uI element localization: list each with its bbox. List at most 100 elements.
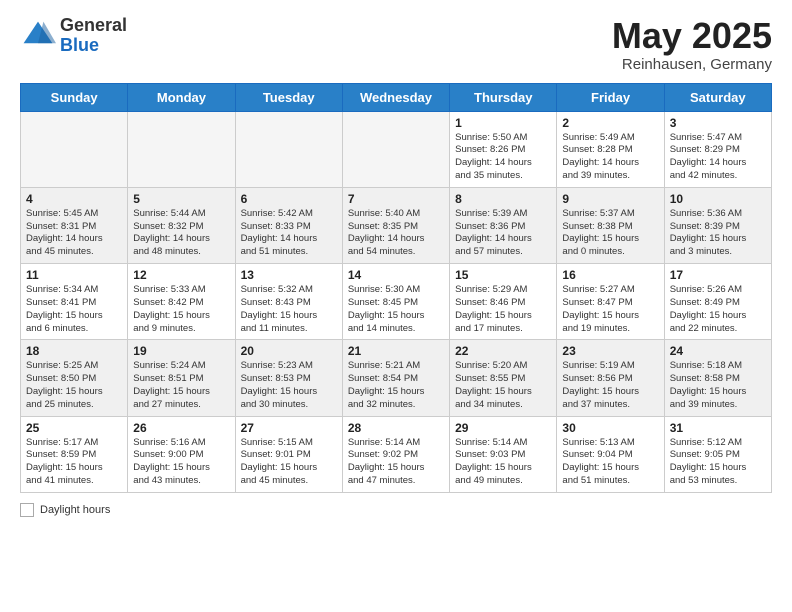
calendar-cell: 28Sunrise: 5:14 AM Sunset: 9:02 PM Dayli… — [342, 416, 449, 492]
day-number: 9 — [562, 192, 658, 206]
day-info: Sunrise: 5:44 AM Sunset: 8:32 PM Dayligh… — [133, 208, 229, 259]
day-info: Sunrise: 5:26 AM Sunset: 8:49 PM Dayligh… — [670, 284, 766, 335]
weekday-header-thursday: Thursday — [450, 83, 557, 111]
calendar-cell: 21 Sunrise: 5:21 AM Sunset: 8:54 PM Dayli… — [342, 340, 449, 416]
day-info: Sunrise: 5:47 AM Sunset: 8:29 PM Dayligh… — [670, 132, 766, 183]
day-number: 4 — [26, 192, 122, 206]
day-number: 22 — [455, 344, 551, 358]
calendar-cell: 10 Sunrise: 5:36 AM Sunset: 8:39 PM Dayli… — [664, 187, 771, 263]
calendar-cell: 6Sunrise: 5:42 AM Sunset: 8:33 PM Daylig… — [235, 187, 342, 263]
day-info: Sunrise: 5:18 AM Sunset: 8:58 PM Dayligh… — [670, 360, 766, 411]
calendar-cell: 11 Sunrise: 5:34 AM Sunset: 8:41 PM Dayli… — [21, 264, 128, 340]
weekday-header-row: SundayMondayTuesdayWednesdayThursdayFrid… — [21, 83, 772, 111]
day-number: 6 — [241, 192, 337, 206]
calendar-subtitle: Reinhausen, Germany — [612, 56, 772, 73]
day-number: 26 — [133, 421, 229, 435]
calendar-cell: 18 Sunrise: 5:25 AM Sunset: 8:50 PM Dayli… — [21, 340, 128, 416]
logo-text: General Blue — [60, 16, 127, 56]
footer-box-icon — [20, 503, 34, 517]
calendar-cell: 31 Sunrise: 5:12 AM Sunset: 9:05 PM Dayli… — [664, 416, 771, 492]
day-info: Sunrise: 5:49 AM Sunset: 8:28 PM Dayligh… — [562, 132, 658, 183]
calendar-cell: 29 Sunrise: 5:14 AM Sunset: 9:03 PM Dayli… — [450, 416, 557, 492]
calendar-cell: 22 Sunrise: 5:20 AM Sunset: 8:55 PM Dayli… — [450, 340, 557, 416]
day-info: Sunrise: 5:39 AM Sunset: 8:36 PM Dayligh… — [455, 208, 551, 259]
day-number: 10 — [670, 192, 766, 206]
day-number: 25 — [26, 421, 122, 435]
day-info: Sunrise: 5:34 AM Sunset: 8:41 PM Dayligh… — [26, 284, 122, 335]
day-info: Sunrise: 5:45 AM Sunset: 8:31 PM Dayligh… — [26, 208, 122, 259]
logo-blue-text: Blue — [60, 36, 127, 56]
day-number: 18 — [26, 344, 122, 358]
calendar-week-4: 25 Sunrise: 5:17 AM Sunset: 8:59 PM Dayli… — [21, 416, 772, 492]
day-number: 28 — [348, 421, 444, 435]
day-number: 16 — [562, 268, 658, 282]
day-info: Sunrise: 5:27 AM Sunset: 8:47 PM Dayligh… — [562, 284, 658, 335]
day-info: Sunrise: 5:14 AM Sunset: 9:03 PM Dayligh… — [455, 437, 551, 488]
day-info: Sunrise: 5:17 AM Sunset: 8:59 PM Dayligh… — [26, 437, 122, 488]
calendar-cell: 12Sunrise: 5:33 AM Sunset: 8:42 PM Dayli… — [128, 264, 235, 340]
calendar-cell: 14Sunrise: 5:30 AM Sunset: 8:45 PM Dayli… — [342, 264, 449, 340]
calendar-cell: 25 Sunrise: 5:17 AM Sunset: 8:59 PM Dayli… — [21, 416, 128, 492]
day-number: 29 — [455, 421, 551, 435]
day-info: Sunrise: 5:21 AM Sunset: 8:54 PM Dayligh… — [348, 360, 444, 411]
calendar-header: SundayMondayTuesdayWednesdayThursdayFrid… — [21, 83, 772, 111]
weekday-header-saturday: Saturday — [664, 83, 771, 111]
day-number: 11 — [26, 268, 122, 282]
day-number: 1 — [455, 116, 551, 130]
day-info: Sunrise: 5:36 AM Sunset: 8:39 PM Dayligh… — [670, 208, 766, 259]
day-info: Sunrise: 5:32 AM Sunset: 8:43 PM Dayligh… — [241, 284, 337, 335]
calendar-week-3: 18 Sunrise: 5:25 AM Sunset: 8:50 PM Dayli… — [21, 340, 772, 416]
weekday-header-friday: Friday — [557, 83, 664, 111]
calendar-table: SundayMondayTuesdayWednesdayThursdayFrid… — [20, 83, 772, 493]
calendar-cell — [235, 111, 342, 187]
header: General Blue May 2025 Reinhausen, German… — [20, 16, 772, 73]
day-number: 15 — [455, 268, 551, 282]
calendar-cell: 4 Sunrise: 5:45 AM Sunset: 8:31 PM Daylig… — [21, 187, 128, 263]
calendar-cell: 17Sunrise: 5:26 AM Sunset: 8:49 PM Dayli… — [664, 264, 771, 340]
calendar-cell: 1Sunrise: 5:50 AM Sunset: 8:26 PM Daylig… — [450, 111, 557, 187]
logo-icon — [20, 18, 56, 54]
logo: General Blue — [20, 16, 127, 56]
weekday-header-sunday: Sunday — [21, 83, 128, 111]
day-number: 23 — [562, 344, 658, 358]
logo-general-text: General — [60, 16, 127, 36]
day-number: 14 — [348, 268, 444, 282]
day-number: 30 — [562, 421, 658, 435]
calendar-cell: 9 Sunrise: 5:37 AM Sunset: 8:38 PM Daylig… — [557, 187, 664, 263]
calendar-cell: 2Sunrise: 5:49 AM Sunset: 8:28 PM Daylig… — [557, 111, 664, 187]
calendar-cell: 16 Sunrise: 5:27 AM Sunset: 8:47 PM Dayli… — [557, 264, 664, 340]
calendar-cell: 15 Sunrise: 5:29 AM Sunset: 8:46 PM Dayli… — [450, 264, 557, 340]
day-info: Sunrise: 5:12 AM Sunset: 9:05 PM Dayligh… — [670, 437, 766, 488]
day-info: Sunrise: 5:25 AM Sunset: 8:50 PM Dayligh… — [26, 360, 122, 411]
calendar-cell — [21, 111, 128, 187]
day-info: Sunrise: 5:23 AM Sunset: 8:53 PM Dayligh… — [241, 360, 337, 411]
calendar-title: May 2025 — [612, 16, 772, 56]
calendar-cell — [128, 111, 235, 187]
calendar-cell: 5Sunrise: 5:44 AM Sunset: 8:32 PM Daylig… — [128, 187, 235, 263]
day-info: Sunrise: 5:13 AM Sunset: 9:04 PM Dayligh… — [562, 437, 658, 488]
footer-label: Daylight hours — [40, 504, 110, 516]
day-number: 19 — [133, 344, 229, 358]
footer: Daylight hours — [20, 503, 772, 517]
day-number: 24 — [670, 344, 766, 358]
day-number: 21 — [348, 344, 444, 358]
calendar-cell: 24 Sunrise: 5:18 AM Sunset: 8:58 PM Dayli… — [664, 340, 771, 416]
day-info: Sunrise: 5:29 AM Sunset: 8:46 PM Dayligh… — [455, 284, 551, 335]
calendar-cell: 23Sunrise: 5:19 AM Sunset: 8:56 PM Dayli… — [557, 340, 664, 416]
day-number: 3 — [670, 116, 766, 130]
calendar-cell: 26Sunrise: 5:16 AM Sunset: 9:00 PM Dayli… — [128, 416, 235, 492]
calendar-cell: 8Sunrise: 5:39 AM Sunset: 8:36 PM Daylig… — [450, 187, 557, 263]
day-info: Sunrise: 5:20 AM Sunset: 8:55 PM Dayligh… — [455, 360, 551, 411]
weekday-header-wednesday: Wednesday — [342, 83, 449, 111]
calendar-cell: 13Sunrise: 5:32 AM Sunset: 8:43 PM Dayli… — [235, 264, 342, 340]
day-info: Sunrise: 5:37 AM Sunset: 8:38 PM Dayligh… — [562, 208, 658, 259]
calendar-cell: 30 Sunrise: 5:13 AM Sunset: 9:04 PM Dayli… — [557, 416, 664, 492]
day-number: 7 — [348, 192, 444, 206]
weekday-header-tuesday: Tuesday — [235, 83, 342, 111]
day-info: Sunrise: 5:40 AM Sunset: 8:35 PM Dayligh… — [348, 208, 444, 259]
day-number: 31 — [670, 421, 766, 435]
weekday-header-monday: Monday — [128, 83, 235, 111]
calendar-cell: 7 Sunrise: 5:40 AM Sunset: 8:35 PM Daylig… — [342, 187, 449, 263]
calendar-cell: 27Sunrise: 5:15 AM Sunset: 9:01 PM Dayli… — [235, 416, 342, 492]
calendar-cell: 19Sunrise: 5:24 AM Sunset: 8:51 PM Dayli… — [128, 340, 235, 416]
